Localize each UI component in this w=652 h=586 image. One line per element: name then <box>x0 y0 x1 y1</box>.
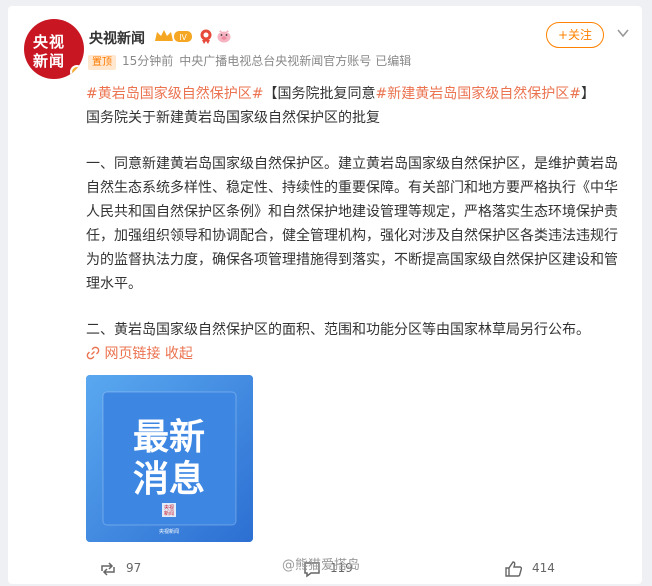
image-logo-text: 央视 <box>164 504 174 511</box>
post-links: 网页链接 收起 <box>86 342 626 366</box>
verified-badge-icon <box>70 65 84 79</box>
avatar-text-top: 央视 <box>33 33 66 51</box>
weibo-post-card: 央视 新闻 央视新闻 IV 置顶 15分钟前 中央广播电视总台央视新闻官方账号 已编辑… <box>8 6 642 584</box>
post-body: #黄岩岛国家级自然保护区#【国务院批复同意#新建黄岩岛国家级自然保护区#】 国务… <box>86 82 626 366</box>
repost-count: 97 <box>126 561 142 575</box>
repost-icon <box>101 562 115 576</box>
post-image[interactable]: 最新 消息 央视 新闻 央视新闻 <box>86 375 253 542</box>
image-logo-text: 新闻 <box>164 510 174 517</box>
post-paragraph-2: 二、黄岩岛国家级自然保护区的面积、范围和功能分区等由国家林草局另行公布。 <box>86 322 590 338</box>
hashtag-link[interactable]: #黄岩岛国家级自然保护区# <box>86 86 263 102</box>
post-subtitle: 国务院关于新建黄岩岛国家级自然保护区的批复 <box>86 110 380 126</box>
avatar-text-bottom: 新闻 <box>33 52 66 70</box>
author-description: 中央广播电视总台央视新闻官方账号 <box>179 54 372 68</box>
breaking-news-graphic: 最新 消息 央视 新闻 央视新闻 <box>86 375 253 542</box>
like-count: 414 <box>532 561 555 575</box>
watermark-text: @熊猫爱搭岛 <box>282 558 361 573</box>
level-text: IV <box>179 33 187 42</box>
repost-button[interactable]: 97 <box>98 559 158 579</box>
pig-badge-icon[interactable] <box>216 28 232 44</box>
hashtag-link[interactable]: #新建黄岩岛国家级自然保护区# <box>375 86 580 102</box>
image-title-line1: 最新 <box>133 417 205 458</box>
headline-text: 【国务院批复同意 <box>263 86 376 102</box>
image-title-line2: 消息 <box>133 459 205 500</box>
post-time[interactable]: 15分钟前 <box>122 54 173 68</box>
like-button[interactable]: 414 <box>504 559 574 579</box>
medal-icon[interactable] <box>198 28 214 44</box>
follow-button[interactable]: +关注 <box>546 22 604 48</box>
link-icon <box>86 346 100 360</box>
headline-text: 】 <box>580 86 595 102</box>
collapse-link[interactable]: 收起 <box>165 346 193 362</box>
post-headline: #黄岩岛国家级自然保护区#【国务院批复同意#新建黄岩岛国家级自然保护区#】 <box>86 82 626 106</box>
pinned-tag: 置顶 <box>88 55 116 70</box>
chevron-down-icon[interactable] <box>616 26 630 40</box>
post-paragraph-1: 一、同意新建黄岩岛国家级自然保护区。建立黄岩岛国家级自然保护区，是维护黄岩岛自然… <box>86 156 618 292</box>
vip-level-badge-icon[interactable]: IV <box>153 28 193 44</box>
post-meta: 置顶 15分钟前 中央广播电视总台央视新闻官方账号 已编辑 <box>88 52 411 70</box>
author-name[interactable]: 央视新闻 <box>89 28 145 48</box>
edited-label[interactable]: 已编辑 <box>375 54 411 68</box>
author-avatar[interactable]: 央视 新闻 <box>24 19 84 79</box>
thumbs-up-icon <box>505 561 523 577</box>
web-link[interactable]: 网页链接 <box>104 346 160 362</box>
image-brand-text: 央视新闻 <box>159 528 179 535</box>
